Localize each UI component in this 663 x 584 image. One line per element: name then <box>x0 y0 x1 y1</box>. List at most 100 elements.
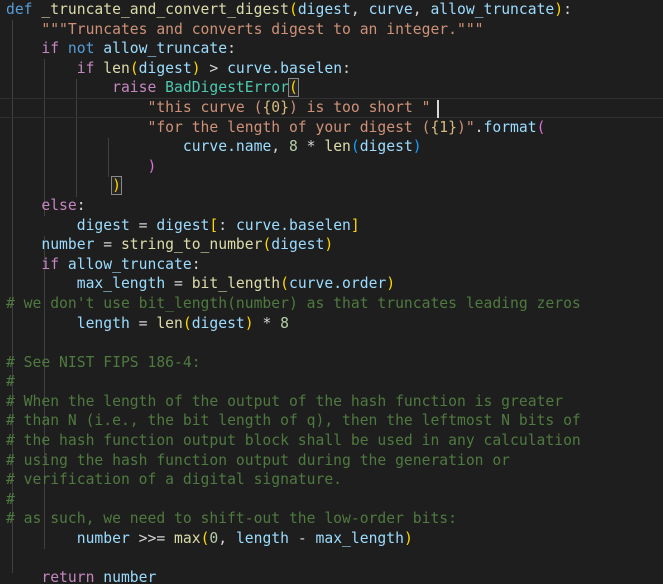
token-string: ) is too short " <box>288 98 431 116</box>
token-comma: , <box>218 530 236 548</box>
code-editor[interactable]: def _truncate_and_convert_digest(digest,… <box>0 0 663 584</box>
code-line[interactable]: # <box>0 490 663 510</box>
token-identifier: digest <box>138 59 192 77</box>
token-comment: # as such, we need to shift-out the low-… <box>6 510 457 528</box>
token-paren: ( <box>536 118 546 136</box>
code-line[interactable]: # as such, we need to shift-out the low-… <box>0 509 663 529</box>
code-line[interactable]: # See NIST FIPS 186-4: <box>0 353 663 373</box>
token-paren: ) <box>403 530 413 548</box>
code-line[interactable]: number = string_to_number(digest) <box>0 235 663 255</box>
token-comma: , <box>271 138 289 156</box>
code-line-current[interactable]: "this curve ({0}) is too short " <box>0 97 663 118</box>
token-comment: # <box>6 490 15 508</box>
token-operator: > <box>200 59 228 77</box>
token-comma: , <box>412 1 431 18</box>
code-lines[interactable]: def _truncate_and_convert_digest(digest,… <box>0 0 663 584</box>
token-param: curve <box>368 1 413 18</box>
token-identifier: number <box>76 530 130 548</box>
token-colon: : <box>191 255 201 273</box>
token-identifier: digest <box>271 236 325 254</box>
code-line[interactable]: def _truncate_and_convert_digest(digest,… <box>0 0 663 20</box>
code-line[interactable]: if allow_truncate: <box>0 255 663 275</box>
token-identifier: length <box>76 314 130 332</box>
token-keyword: raise <box>112 79 157 97</box>
code-line[interactable]: ) <box>0 157 663 177</box>
code-line[interactable]: digest = digest[: curve.baselen] <box>0 216 663 236</box>
token-string: )" <box>456 118 475 136</box>
token-paren: ( <box>182 314 192 332</box>
token-paren: ) <box>412 138 422 156</box>
token-number: 0 <box>209 530 219 548</box>
code-line[interactable]: # the hash function output block shall b… <box>0 431 663 451</box>
token-paren: ) <box>244 314 254 332</box>
code-line[interactable]: if len(digest) > curve.baselen: <box>0 59 663 79</box>
token-paren: ( <box>350 138 360 156</box>
code-line[interactable]: # When the length of the output of the h… <box>0 392 663 412</box>
token-keyword: if <box>41 255 60 273</box>
token-operator: = <box>129 314 157 332</box>
token-bracket-match-open: ( <box>288 78 299 98</box>
token-string: "for the length of your digest ( <box>147 118 431 136</box>
token-operator: >>= <box>129 530 175 548</box>
code-line[interactable]: length = len(digest) * 8 <box>0 314 663 334</box>
token-paren: ( <box>288 1 298 18</box>
token-bracket-match-close: ) <box>111 176 122 196</box>
code-line-blank[interactable] <box>0 333 663 353</box>
token-string: "this curve ( <box>147 98 263 116</box>
token-dot: . <box>474 118 484 136</box>
token-string-placeholder: {0} <box>262 98 289 116</box>
token-comment: # than N (i.e., the bit length of q), th… <box>6 412 581 430</box>
token-comma: , <box>350 1 369 18</box>
token-keyword: def <box>6 1 33 18</box>
token-comment: # When the length of the output of the h… <box>6 392 564 410</box>
token-operator: = <box>165 275 192 293</box>
code-line[interactable]: # using the hash function output during … <box>0 451 663 471</box>
token-identifier: digest <box>359 138 413 156</box>
token-identifier: number <box>94 569 157 584</box>
token-param: allow_truncate <box>430 1 555 18</box>
token-operator: - <box>289 530 316 548</box>
token-keyword: not <box>59 40 95 58</box>
token-colon: : <box>76 196 86 214</box>
code-line[interactable]: "for the length of your digest ({1})".fo… <box>0 118 663 138</box>
code-line[interactable]: """Truncates and converts digest to an i… <box>0 20 663 40</box>
code-line[interactable]: if not allow_truncate: <box>0 39 663 59</box>
token-paren: ) <box>191 59 201 77</box>
token-function-call: max <box>174 530 201 548</box>
code-line[interactable]: ) <box>0 176 663 196</box>
token-keyword: else <box>41 196 77 214</box>
code-line[interactable]: else: <box>0 196 663 216</box>
token-paren: ) <box>324 236 334 254</box>
token-comment: # we don't use bit_length(number) as tha… <box>6 294 581 312</box>
token-attribute: curve.baselen <box>235 216 351 234</box>
token-operator: = <box>129 216 157 234</box>
token-function-call: string_to_number <box>120 236 263 254</box>
token-function-call: len <box>324 138 351 156</box>
token-class-name: BadDigestError <box>156 79 289 97</box>
code-line[interactable]: curve.name, 8 * len(digest) <box>0 137 663 157</box>
token-attribute: curve.name <box>182 138 272 156</box>
code-line[interactable]: number >>= max(0, length - max_length) <box>0 529 663 549</box>
token-colon: : <box>218 216 236 234</box>
code-line-blank[interactable] <box>0 549 663 569</box>
token-keyword: if <box>76 59 95 77</box>
code-line[interactable]: # than N (i.e., the bit length of q), th… <box>0 411 663 431</box>
token-identifier: digest <box>191 314 245 332</box>
token-comment: # the hash function output block shall b… <box>6 432 581 450</box>
token-keyword: return <box>41 569 95 584</box>
token-paren: ) <box>147 157 157 175</box>
token-attribute: curve.baselen <box>227 59 343 77</box>
code-line[interactable]: return number <box>0 568 663 584</box>
code-line[interactable]: raise BadDigestError( <box>0 78 663 98</box>
token-comment: # using the hash function output during … <box>6 451 511 469</box>
code-line[interactable]: # we don't use bit_length(number) as tha… <box>0 294 663 314</box>
token-attribute: curve.order <box>289 275 387 293</box>
code-line[interactable]: # <box>0 372 663 392</box>
token-number: 8 <box>288 138 298 156</box>
code-line[interactable]: max_length = bit_length(curve.order) <box>0 274 663 294</box>
token-paren: ( <box>280 275 289 293</box>
token-operator: * <box>253 314 281 332</box>
code-line[interactable]: # verification of a digital signature. <box>0 470 663 490</box>
token-paren: ) <box>554 1 564 18</box>
token-function-call: len <box>94 59 130 77</box>
